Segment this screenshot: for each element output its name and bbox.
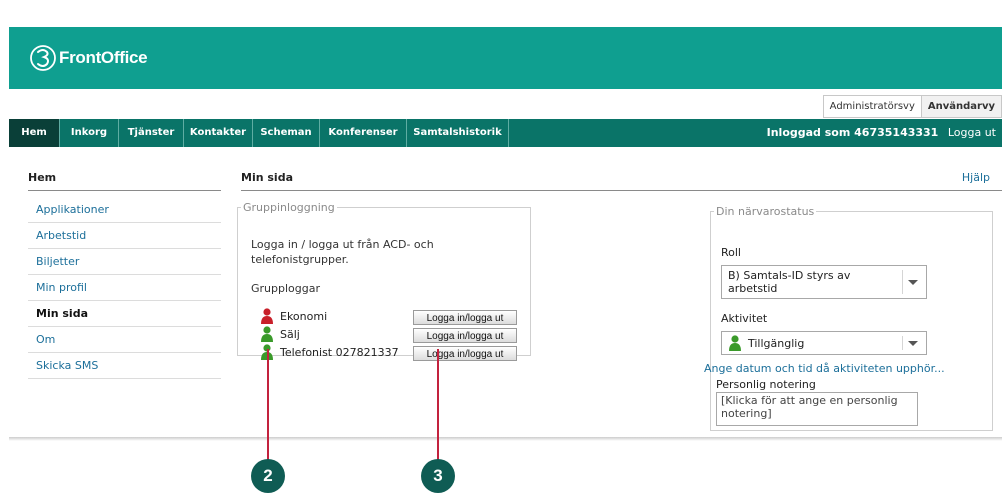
set-activity-end-link[interactable]: Ange datum och tid då aktiviteten upphör…: [704, 362, 945, 375]
nav-tab-konferenser[interactable]: Konferenser: [320, 119, 407, 147]
content-bottom-shadow: [9, 437, 1002, 441]
sidebar-item-skicka-sms[interactable]: Skicka SMS: [28, 353, 221, 379]
callout-line: [437, 349, 439, 463]
callout-badge: 2: [251, 459, 285, 493]
person-green-icon: [729, 335, 741, 351]
nav-tab-kontakter[interactable]: Kontakter: [184, 119, 253, 147]
group-login-toggle-button[interactable]: Logga in/logga ut: [413, 328, 517, 343]
group-login-description: Logga in / logga ut från ACD- och telefo…: [251, 238, 434, 266]
person-red-icon: [261, 308, 273, 324]
role-label: Roll: [721, 246, 741, 259]
main-nav: Hem Inkorg Tjänster Kontakter Scheman Ko…: [9, 119, 1002, 147]
group-name: Sälj: [280, 327, 300, 341]
person-green-icon: [261, 326, 273, 342]
group-name: Ekonomi: [280, 309, 328, 323]
nav-tab-tjanster[interactable]: Tjänster: [119, 119, 184, 147]
sidebar-item-om[interactable]: Om: [28, 327, 221, 353]
sidebar-item-min-profil[interactable]: Min profil: [28, 275, 221, 301]
activity-label: Aktivitet: [721, 312, 768, 325]
user-view-button[interactable]: Användarvy: [920, 96, 1001, 117]
group-row: Ekonomi: [260, 308, 327, 324]
group-logs-heading: Grupploggar: [251, 282, 320, 295]
group-row: Sälj: [260, 326, 300, 342]
view-switch: Administratörsvy Användarvy: [822, 95, 1002, 118]
sidebar-menu: Applikationer Arbetstid Biljetter Min pr…: [28, 197, 221, 379]
page-title: Min sida: [241, 171, 293, 184]
sidebar-title: Hem: [28, 171, 57, 184]
personal-note-field[interactable]: [Klicka för att ange en personlig noteri…: [716, 392, 918, 426]
sidebar-item-arbetstid[interactable]: Arbetstid: [28, 223, 221, 249]
personal-note-label: Personlig notering: [716, 378, 816, 391]
chevron-down-icon: [908, 341, 918, 346]
frontoffice-logo[interactable]: FrontOffice: [29, 43, 148, 73]
sidebar-item-biljetter[interactable]: Biljetter: [28, 249, 221, 275]
activity-value: Tillgänglig: [748, 336, 805, 350]
logo-text: FrontOffice: [59, 48, 148, 67]
chevron-down-icon: [908, 280, 918, 285]
role-value: B) Samtals-ID styrs av arbetstid: [728, 269, 851, 295]
nav-tab-scheman[interactable]: Scheman: [253, 119, 320, 147]
nav-tab-inkorg[interactable]: Inkorg: [60, 119, 119, 147]
nav-tab-hem[interactable]: Hem: [9, 119, 60, 147]
help-link[interactable]: Hjälp: [962, 171, 990, 184]
callout-badge: 3: [421, 459, 455, 493]
header-bar: [9, 27, 1002, 89]
presence-status-legend: Din närvarostatus: [716, 205, 815, 218]
admin-view-button[interactable]: Administratörsvy: [824, 96, 921, 117]
logout-link[interactable]: Logga ut: [948, 126, 996, 139]
callout-line: [267, 349, 269, 463]
three-logo-icon: [30, 45, 56, 71]
sidebar-item-applikationer[interactable]: Applikationer: [28, 197, 221, 223]
activity-select[interactable]: Tillgänglig: [721, 331, 927, 355]
nav-tab-samtalshistorik[interactable]: Samtalshistorik: [407, 119, 509, 147]
logged-in-status: Inloggad som 46735143331: [766, 126, 939, 139]
role-select[interactable]: B) Samtals-ID styrs av arbetstid: [721, 265, 927, 299]
group-login-panel: Gruppinloggning Logga in / logga ut från…: [237, 201, 531, 361]
group-login-toggle-button[interactable]: Logga in/logga ut: [413, 310, 517, 325]
group-row: Telefonist 027821337: [260, 344, 399, 360]
group-login-toggle-button[interactable]: Logga in/logga ut: [413, 346, 517, 361]
sidebar-item-min-sida[interactable]: Min sida: [28, 301, 221, 327]
user-session: Inloggad som 46735143331 Logga ut: [767, 119, 996, 147]
page-title-divider: [241, 190, 1002, 191]
group-name: Telefonist 027821337: [280, 345, 399, 359]
group-login-legend: Gruppinloggning: [243, 201, 335, 214]
sidebar-divider: [28, 190, 221, 191]
